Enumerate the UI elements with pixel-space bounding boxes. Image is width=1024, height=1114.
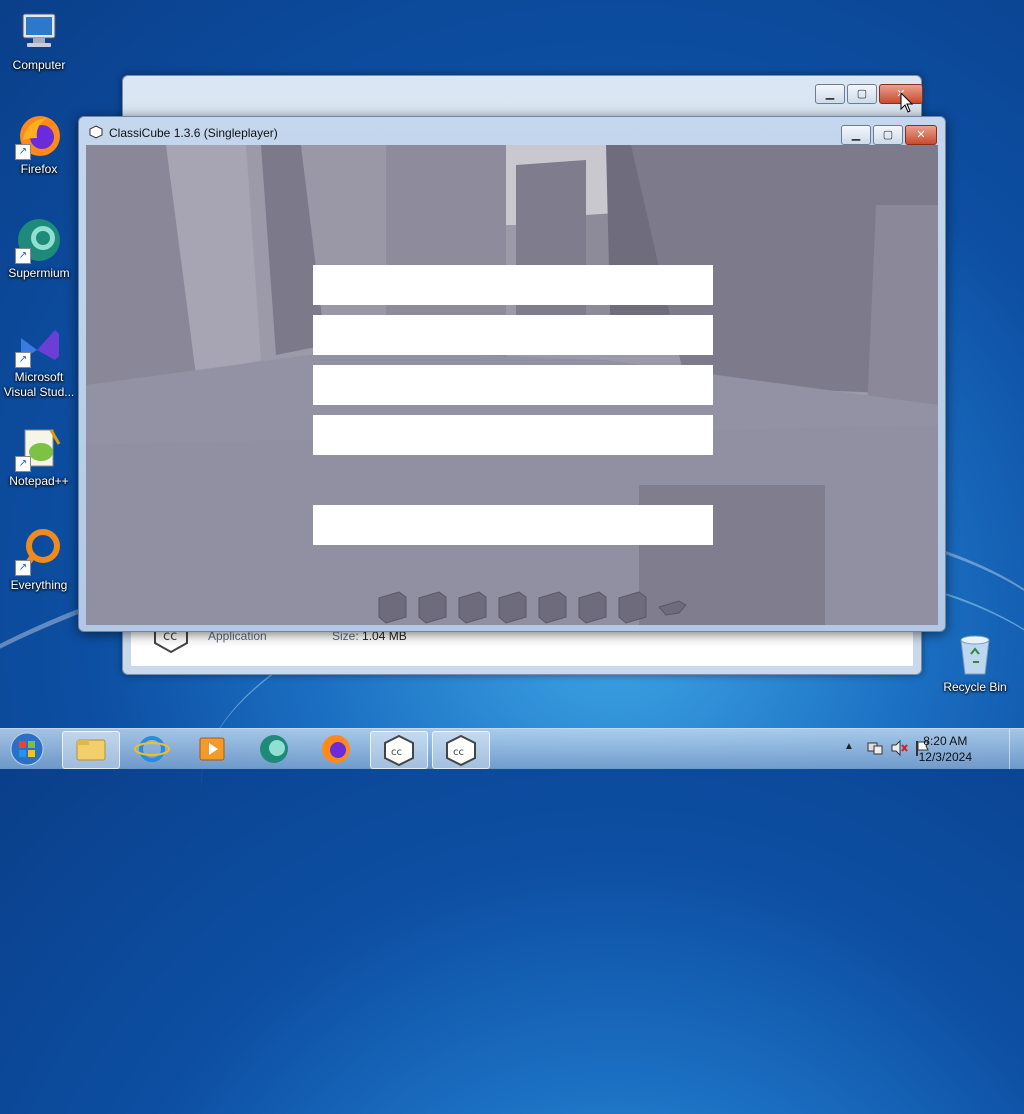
window-title: ClassiCube 1.3.6 (Singleplayer) xyxy=(109,126,278,140)
recycle-bin-icon xyxy=(951,630,999,678)
classicube-app-icon xyxy=(89,125,103,139)
desktop-icon-label: Recycle Bin xyxy=(943,680,1007,694)
desktop-icon-label: Microsoft Visual Stud... xyxy=(3,370,75,399)
visual-studio-icon: ↗ xyxy=(15,320,63,368)
clock-date: 12/3/2024 xyxy=(918,750,972,764)
shortcut-arrow-icon: ↗ xyxy=(15,144,31,160)
game-viewport[interactable] xyxy=(86,145,938,625)
desktop-icon-label: Supermium xyxy=(8,266,70,280)
desktop-icon-everything[interactable]: ↗ Everything xyxy=(1,528,77,593)
supermium-icon xyxy=(260,735,288,763)
desktop-icon-visual-studio[interactable]: ↗ Microsoft Visual Stud... xyxy=(1,320,77,400)
clock-time: 8:20 AM xyxy=(923,734,968,748)
show-hidden-icons-button[interactable]: ▲ xyxy=(844,741,854,752)
desktop-icon-computer[interactable]: Computer xyxy=(1,8,77,73)
classicube-icon: cc xyxy=(384,734,414,767)
shortcut-arrow-icon: ↗ xyxy=(15,352,31,368)
minimize-button[interactable]: ▁ xyxy=(841,125,871,145)
taskbar-supermium[interactable] xyxy=(246,731,302,767)
notepadpp-icon: ↗ xyxy=(15,424,63,472)
taskbar-media-player[interactable] xyxy=(184,731,240,767)
volume-muted-icon[interactable] xyxy=(890,739,908,760)
firefox-icon xyxy=(322,735,350,763)
taskbar: cc cc ▲ 8:20 AM 12/3/2024 xyxy=(0,728,1024,769)
folder-icon xyxy=(76,739,106,761)
media-player-icon xyxy=(199,737,225,761)
computer-icon xyxy=(15,8,63,56)
desktop-icon-label: Firefox xyxy=(20,162,58,176)
classicube-caption-buttons: ▁ ▢ ✕ xyxy=(841,125,937,145)
supermium-icon: ↗ xyxy=(15,216,63,264)
start-button[interactable] xyxy=(2,731,52,767)
desktop-icon-notepadpp[interactable]: ↗ Notepad++ xyxy=(1,424,77,489)
minimize-button[interactable]: ▁ xyxy=(815,84,845,104)
taskbar-classicube-2[interactable]: cc xyxy=(432,731,490,769)
desktop-icon-supermium[interactable]: ↗ Supermium xyxy=(1,216,77,281)
shortcut-arrow-icon: ↗ xyxy=(15,248,31,264)
taskbar-file-explorer[interactable] xyxy=(62,731,120,769)
pause-menu-button-back[interactable] xyxy=(313,505,713,545)
windows-logo-icon xyxy=(10,732,44,766)
firefox-icon: ↗ xyxy=(15,112,63,160)
taskbar-classicube-1[interactable]: cc xyxy=(370,731,428,769)
mouse-cursor-icon xyxy=(900,91,914,117)
svg-text:cc: cc xyxy=(453,747,464,758)
desktop-icon-label: Computer xyxy=(12,58,66,72)
shortcut-arrow-icon: ↗ xyxy=(15,560,31,576)
taskbar-firefox[interactable] xyxy=(308,731,364,767)
everything-icon: ↗ xyxy=(15,528,63,576)
taskbar-internet-explorer[interactable] xyxy=(124,731,180,767)
shortcut-arrow-icon: ↗ xyxy=(15,456,31,472)
pause-menu-button-3[interactable] xyxy=(313,365,713,405)
maximize-button[interactable]: ▢ xyxy=(873,125,903,145)
desktop-icon-recycle-bin[interactable]: Recycle Bin xyxy=(937,630,1013,695)
taskbar-clock[interactable]: 8:20 AM 12/3/2024 xyxy=(919,733,972,765)
desktop-icon-label: Notepad++ xyxy=(9,474,69,488)
internet-explorer-icon xyxy=(134,736,170,762)
pause-menu-button-1[interactable] xyxy=(313,265,713,305)
show-desktop-button[interactable] xyxy=(1009,729,1024,769)
desktop-icon-label: Everything xyxy=(10,578,68,592)
desktop-icon-firefox[interactable]: ↗ Firefox xyxy=(1,112,77,177)
svg-text:cc: cc xyxy=(391,747,402,758)
classicube-window[interactable]: ClassiCube 1.3.6 (Singleplayer) ▁ ▢ ✕ xyxy=(78,116,946,632)
pause-menu-button-2[interactable] xyxy=(313,315,713,355)
network-icon[interactable] xyxy=(866,739,884,760)
close-button[interactable]: ✕ xyxy=(905,125,937,145)
maximize-button[interactable]: ▢ xyxy=(847,84,877,104)
classicube-icon: cc xyxy=(446,734,476,767)
pause-menu-button-4[interactable] xyxy=(313,415,713,455)
